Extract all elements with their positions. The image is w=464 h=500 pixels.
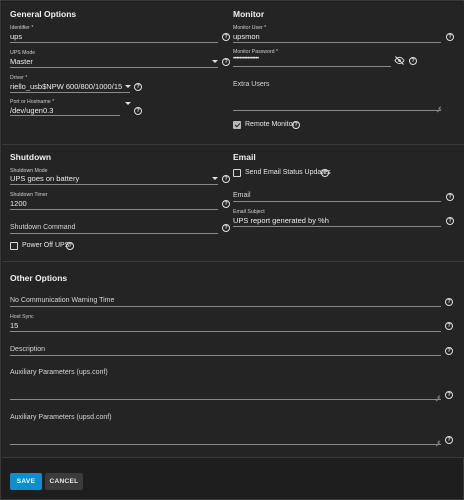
help-icon[interactable]: ? xyxy=(134,107,142,115)
identifier-underline xyxy=(10,42,218,43)
help-icon[interactable]: ? xyxy=(321,169,329,177)
email-title: Email xyxy=(233,152,256,162)
host-sync-input[interactable]: 15 xyxy=(10,321,410,330)
aux-upsd-conf-input[interactable]: Auxiliary Parameters (upsd.conf) xyxy=(10,414,112,421)
ups-service-form: General Options Identifier * ups ? UPS M… xyxy=(0,0,464,500)
identifier-label: Identifier * xyxy=(10,25,34,31)
shutdown-command-input[interactable]: Shutdown Command xyxy=(10,224,75,231)
other-options-title: Other Options xyxy=(10,273,68,283)
section-divider xyxy=(2,457,464,458)
email-subject-underline xyxy=(233,226,441,227)
monitor-user-label: Monitor User * xyxy=(233,25,267,31)
resize-handle-icon[interactable] xyxy=(435,393,440,398)
ups-mode-label: UPS Mode xyxy=(10,50,36,56)
remote-monitor-checkbox[interactable] xyxy=(233,121,241,129)
shutdown-timer-label: Shutdown Timer xyxy=(10,192,48,198)
help-icon[interactable]: ? xyxy=(222,224,230,232)
chevron-down-icon[interactable] xyxy=(125,85,131,88)
driver-underline xyxy=(10,92,130,93)
resize-handle-icon[interactable] xyxy=(436,104,441,109)
ups-mode-select[interactable]: Master xyxy=(10,57,200,66)
extra-users-input[interactable]: Extra Users xyxy=(233,81,270,88)
host-sync-label: Host Sync xyxy=(10,314,34,320)
monitor-password-underline xyxy=(233,66,391,67)
save-button[interactable]: SAVE xyxy=(10,473,42,490)
aux-ups-conf-input[interactable]: Auxiliary Parameters (ups.conf) xyxy=(10,369,108,376)
no-communication-underline xyxy=(10,306,441,307)
port-underline xyxy=(10,115,120,116)
host-sync-underline xyxy=(10,331,441,332)
shutdown-timer-underline xyxy=(10,209,218,210)
shutdown-title: Shutdown xyxy=(10,152,52,162)
help-icon[interactable]: ? xyxy=(409,57,417,65)
power-off-ups-label: Power Off UPS xyxy=(22,242,70,249)
other-options-card xyxy=(2,262,464,457)
help-icon[interactable]: ? xyxy=(445,322,453,330)
eye-off-icon[interactable] xyxy=(394,56,405,65)
no-communication-warning-input[interactable]: No Communication Warning Time xyxy=(10,297,114,304)
send-email-updates-checkbox[interactable] xyxy=(233,169,241,177)
help-icon[interactable]: ? xyxy=(445,298,453,306)
monitor-password-input[interactable]: •••••••••••••••• xyxy=(233,56,383,62)
help-icon[interactable]: ? xyxy=(222,175,230,183)
extra-users-underline xyxy=(233,110,441,111)
email-subject-label: Email Subject xyxy=(233,209,265,215)
monitor-user-input[interactable]: upsmon xyxy=(233,32,433,41)
help-icon[interactable]: ? xyxy=(292,121,300,129)
monitor-title: Monitor xyxy=(233,9,265,19)
chevron-down-icon[interactable] xyxy=(212,177,218,180)
port-input[interactable]: /dev/ugen0.3 xyxy=(10,106,110,115)
aux-ups-conf-underline xyxy=(10,399,441,400)
help-icon[interactable]: ? xyxy=(446,217,454,225)
remote-monitor-label: Remote Monitor xyxy=(245,121,295,128)
shutdown-mode-underline xyxy=(10,184,218,185)
identifier-input[interactable]: ups xyxy=(10,32,210,41)
shutdown-timer-input[interactable]: 1200 xyxy=(10,199,210,208)
email-input[interactable]: Email xyxy=(233,192,251,199)
port-label: Port or Hostname * xyxy=(10,99,55,105)
driver-select[interactable]: riello_usb$NPW 600/800/1000/1500/20 xyxy=(10,82,122,91)
resize-handle-icon[interactable] xyxy=(435,438,440,443)
cancel-button[interactable]: CANCEL xyxy=(45,473,83,490)
chevron-down-icon[interactable] xyxy=(212,60,218,63)
shutdown-command-underline xyxy=(10,233,218,234)
help-icon[interactable]: ? xyxy=(222,58,230,66)
chevron-down-icon[interactable] xyxy=(125,102,131,105)
help-icon[interactable]: ? xyxy=(134,83,142,91)
help-icon[interactable]: ? xyxy=(66,242,74,250)
help-icon[interactable]: ? xyxy=(445,347,453,355)
help-icon[interactable]: ? xyxy=(222,33,230,41)
help-icon[interactable]: ? xyxy=(222,200,230,208)
aux-upsd-conf-underline xyxy=(10,444,441,445)
email-underline xyxy=(233,201,441,202)
description-underline xyxy=(10,355,441,356)
ups-mode-underline xyxy=(10,67,218,68)
driver-label: Driver * xyxy=(10,75,28,81)
email-subject-input[interactable]: UPS report generated by %h xyxy=(233,216,433,225)
help-icon[interactable]: ? xyxy=(446,33,454,41)
help-icon[interactable]: ? xyxy=(445,436,453,444)
general-options-title: General Options xyxy=(10,9,77,19)
shutdown-mode-select[interactable]: UPS goes on battery xyxy=(10,174,200,183)
send-email-updates-label: Send Email Status Updates xyxy=(245,169,331,176)
power-off-ups-checkbox[interactable] xyxy=(10,242,18,250)
help-icon[interactable]: ? xyxy=(445,391,453,399)
help-icon[interactable]: ? xyxy=(446,193,454,201)
monitor-user-underline xyxy=(233,42,441,43)
monitor-password-label: Monitor Password * xyxy=(233,49,278,55)
description-input[interactable]: Description xyxy=(10,346,45,353)
